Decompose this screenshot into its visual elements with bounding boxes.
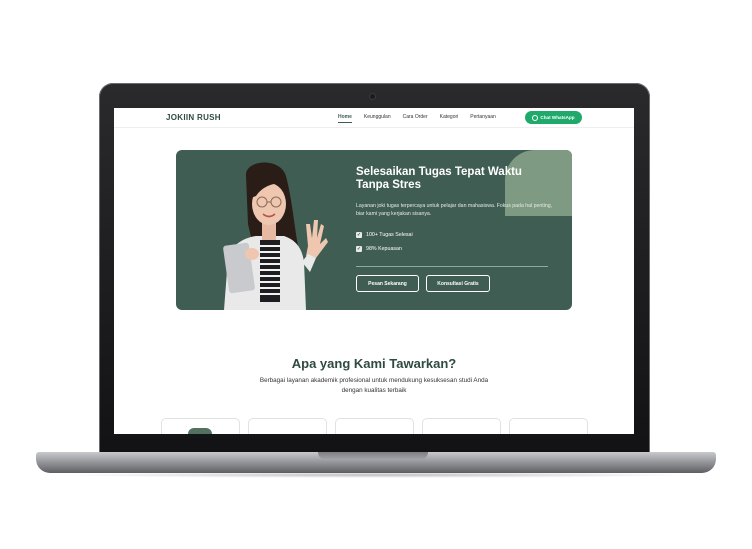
stat-tasks-label: 100+ Tugas Selesai — [366, 232, 413, 238]
hero-description: Layanan joki tugas terpercaya untuk pela… — [356, 203, 553, 217]
hero-banner: Selesaikan Tugas Tepat Waktu Tanpa Stres… — [176, 150, 572, 310]
nav-link-kategori[interactable]: Kategori — [440, 114, 459, 120]
website-screen: JOKIIN RUSH Home Keunggulan Cara Order K… — [114, 108, 634, 434]
check-icon: ✓ — [356, 246, 362, 252]
nav-links: Home Keunggulan Cara Order Kategori Pert… — [338, 114, 508, 123]
service-icon — [188, 428, 212, 434]
service-card[interactable] — [161, 418, 240, 434]
hero-divider — [356, 266, 548, 267]
section-subtitle: Berbagai layanan akademik profesional un… — [259, 377, 489, 394]
check-icon: ✓ — [356, 232, 362, 238]
service-card[interactable] — [422, 418, 501, 434]
nav-link-keunggulan[interactable]: Keunggulan — [364, 114, 391, 120]
section-title: Apa yang Kami Tawarkan? — [291, 356, 457, 371]
service-card[interactable] — [509, 418, 588, 434]
whatsapp-icon — [532, 114, 539, 121]
service-card[interactable] — [335, 418, 414, 434]
chat-whatsapp-label: Chat WhatsApp — [540, 115, 575, 120]
nav-link-home[interactable]: Home — [338, 114, 352, 123]
chat-whatsapp-button[interactable]: Chat WhatsApp — [525, 111, 582, 124]
laptop-shadow — [60, 472, 692, 478]
brand-logo[interactable]: JOKIIN RUSH — [166, 113, 221, 122]
service-card[interactable] — [248, 418, 327, 434]
top-navbar: JOKIIN RUSH Home Keunggulan Cara Order K… — [114, 108, 634, 128]
student-photo — [223, 162, 328, 310]
camera-icon — [369, 93, 376, 100]
nav-link-pertanyaan[interactable]: Pertanyaan — [470, 114, 496, 120]
nav-link-cara-order[interactable]: Cara Order — [403, 114, 428, 120]
stat-satisfaction-label: 98% Kepuasan — [366, 246, 402, 252]
stat-tasks-done: ✓ 100+ Tugas Selesai — [356, 232, 413, 238]
laptop-notch — [318, 452, 428, 460]
free-consultation-button[interactable]: Konsultasi Gratis — [426, 275, 490, 292]
stat-satisfaction: ✓ 98% Kepuasan — [356, 246, 402, 252]
hero-title: Selesaikan Tugas Tepat Waktu Tanpa Stres — [356, 166, 522, 191]
order-now-button[interactable]: Pesan Sekarang — [356, 275, 419, 292]
